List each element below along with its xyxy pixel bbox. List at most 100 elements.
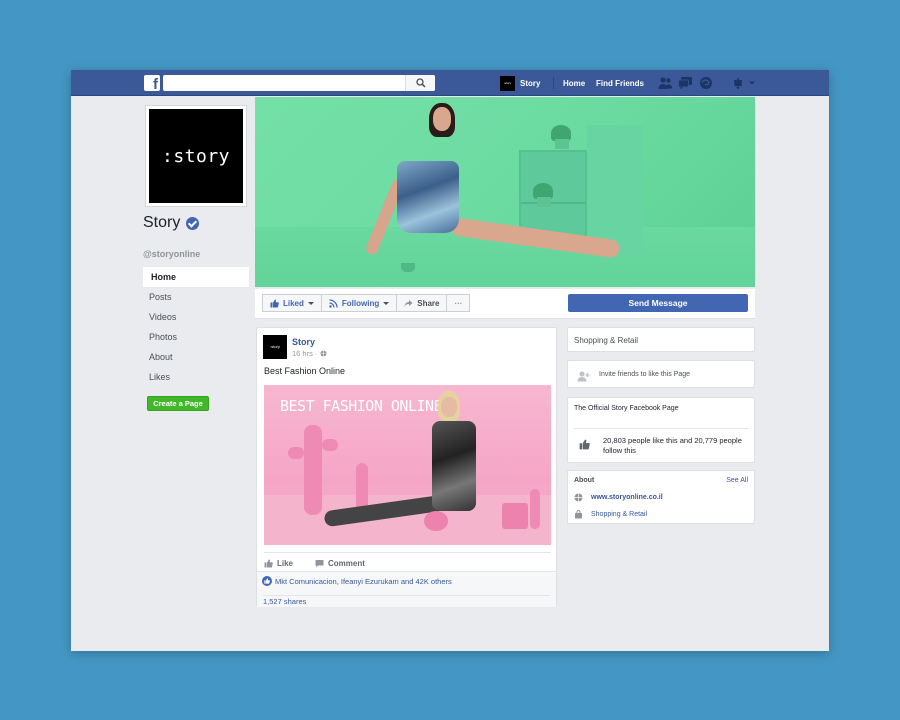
post-timestamp[interactable]: 16 hrs · [292,349,327,358]
comment-label: Comment [328,558,365,568]
post-image-model-face [441,397,457,417]
create-page-button[interactable]: Create a Page [147,396,209,411]
page-username[interactable]: @storyonline [143,249,200,259]
about-title: About [574,477,595,484]
thumbs-up-icon [264,559,273,567]
verified-badge-icon [186,216,200,230]
post-time-text: 16 hrs · [292,349,320,358]
about-category-text: Shopping & Retail [591,511,648,518]
globe-icon [320,350,327,357]
post-text: Best Fashion Online [264,366,346,376]
liked-button[interactable]: Liked [262,294,322,312]
cover-model-face [433,107,451,131]
topbar-page-link[interactable]: :story Story [500,75,540,91]
liked-label: Liked [283,298,304,308]
post-image-pot [502,503,528,529]
share-button[interactable]: Share [396,294,448,312]
topbar-find-friends-link[interactable]: Find Friends [596,79,644,88]
thumbs-up-icon [270,299,279,307]
post-divider [264,552,551,553]
friends-icon[interactable] [658,76,673,90]
card-divider [574,428,748,429]
cover-photo[interactable] [255,97,755,287]
browser-window: f :story Story Home Find Friends:story … [71,70,829,651]
see-all-link[interactable]: See All [726,477,748,484]
messages-icon[interactable] [678,76,692,90]
post-image-cactus [356,463,368,511]
topbar-page-name: Story [520,78,541,88]
nav-item-home[interactable]: Home [143,267,249,287]
like-follow-stats: 20,803 people like this and 20,779 peopl… [603,436,742,455]
post-image-cactus [530,489,540,529]
page-thumbnail: :story [500,75,515,91]
about-category-link[interactable]: Shopping & Retail [574,510,647,519]
action-button-group: Liked Following Share ··· [262,294,471,312]
nav-item-about[interactable]: About [143,347,249,367]
post-image-skull [424,511,448,531]
post-image-cactus-arm [288,447,304,459]
invite-friends-text: Invite friends to like this Page [599,371,691,378]
post-author-name[interactable]: Story [292,337,315,347]
more-options-button[interactable]: ··· [446,294,471,312]
search-icon [416,78,426,88]
cover-model-dress [397,161,459,233]
website-text: www.storyonline.co.il [591,494,663,501]
add-friend-icon [577,369,590,387]
account-menu-chevron-down-icon[interactable] [748,76,762,90]
website-link[interactable]: www.storyonline.co.il [574,493,663,502]
post-author-avatar[interactable]: :story [263,335,287,359]
settings-icon[interactable] [732,76,746,90]
likes-text: Mkt Comunicacion, Ifeanyi Ezurukam and 4… [275,576,452,586]
page-info-card: The Official Story Facebook Page 20,803 … [567,397,755,463]
nav-item-likes[interactable]: Likes [143,367,249,387]
category-card[interactable]: Shopping & Retail [567,327,755,352]
page-name-heading: Story [143,214,200,232]
globe-icon [574,493,583,502]
page-title: Story [143,214,181,231]
nav-item-photos[interactable]: Photos [143,327,249,347]
like-reaction-icon [262,576,272,586]
about-card: About See All www.storyonline.co.il Shop… [567,470,755,524]
cover-cabinet [587,125,643,255]
notifications-icon[interactable] [699,76,713,90]
post-image-cactus-arm [322,439,338,451]
post-footer: Mkt Comunicacion, Ifeanyi Ezurukam and 4… [257,571,556,607]
cover-pot [555,139,569,149]
profile-picture[interactable]: :story [145,105,247,207]
post-shares[interactable]: 1,527 shares [263,595,550,606]
post-image-model-outfit [432,421,476,511]
facebook-logo-icon[interactable]: f [144,75,160,91]
post-card: :story Story 16 hrs · Best Fashion Onlin… [256,327,557,607]
send-message-button[interactable]: Send Message [568,294,748,312]
following-label: Following [341,298,380,308]
post-image-cactus [304,425,322,515]
comment-icon [315,559,324,567]
left-navigation: Home Posts Videos Photos About Likes [143,267,249,387]
post-actions: Like Comment [264,556,387,570]
shopping-bag-icon [575,510,582,519]
invite-friends-card[interactable]: Invite friends to like this Page [567,360,755,388]
share-arrow-icon [404,299,413,307]
search-input[interactable] [163,75,435,91]
chevron-down-icon [383,301,390,305]
search-button[interactable] [405,75,435,91]
nav-item-videos[interactable]: Videos [143,307,249,327]
topbar-divider [553,77,554,89]
like-button[interactable]: Like [264,556,293,570]
share-label: Share [417,298,440,308]
post-image[interactable]: BEST FASHION ONLINE [264,385,551,545]
comment-button[interactable]: Comment [315,556,365,570]
nav-item-posts[interactable]: Posts [143,287,249,307]
post-image-title: BEST FASHION ONLINE [280,397,443,415]
like-label: Like [277,558,294,568]
profile-logo: :story [149,109,243,203]
cover-pot [537,197,551,207]
chevron-down-icon [307,301,314,305]
rss-icon [329,298,338,308]
official-page-title: The Official Story Facebook Page [574,405,679,412]
cover-cup [401,263,415,272]
topbar-home-link[interactable]: Home [563,79,585,88]
following-button[interactable]: Following [320,294,398,312]
post-likes-summary[interactable]: Mkt Comunicacion, Ifeanyi Ezurukam and 4… [262,576,452,586]
thumbs-up-icon [579,437,590,455]
